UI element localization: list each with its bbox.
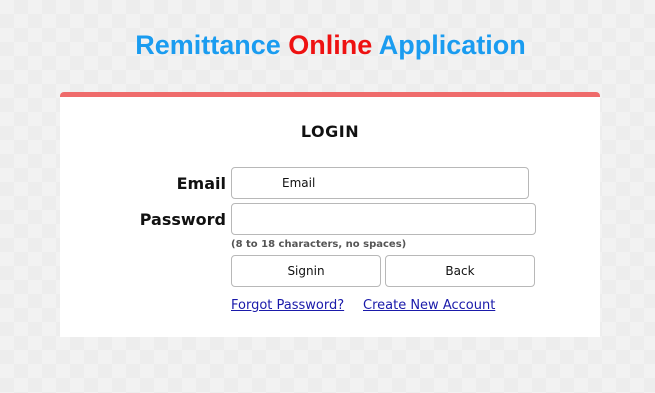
forgot-password-link[interactable]: Forgot Password? <box>231 298 344 313</box>
login-heading: LOGIN <box>300 122 360 141</box>
login-card: LOGIN Email Password (8 to 18 characters… <box>60 92 600 337</box>
email-label: Email <box>176 174 226 193</box>
create-account-link[interactable]: Create New Account <box>363 298 495 313</box>
password-field[interactable] <box>231 203 536 235</box>
app-title-part-1: Remittance <box>135 30 281 60</box>
back-button[interactable]: Back <box>385 255 535 287</box>
app-title: Remittance Online Application <box>0 27 655 63</box>
email-field[interactable] <box>231 167 529 199</box>
signin-button[interactable]: Signin <box>231 255 381 287</box>
app-title-part-3: Application <box>378 30 526 60</box>
password-hint: (8 to 18 characters, no spaces) <box>231 239 407 250</box>
app-title-part-2: Online <box>288 30 373 60</box>
password-label: Password <box>139 210 226 229</box>
